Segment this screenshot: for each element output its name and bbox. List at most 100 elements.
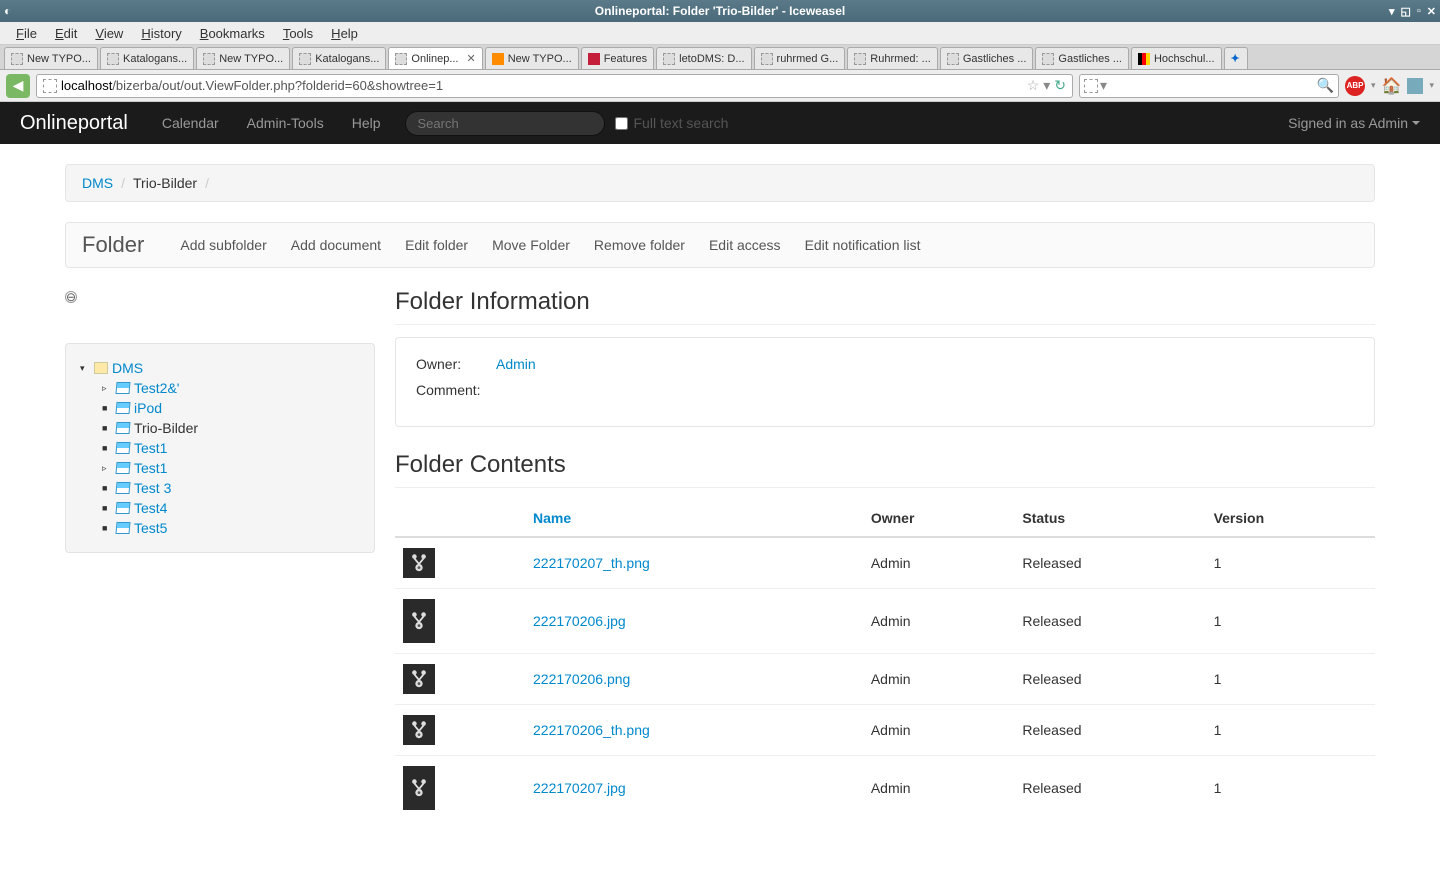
tree-link[interactable]: Test4 xyxy=(134,500,167,516)
tree-node[interactable]: ■ Test1 xyxy=(102,438,360,458)
tree-link[interactable]: iPod xyxy=(134,400,162,416)
file-thumbnail[interactable] xyxy=(403,599,435,643)
browser-tab[interactable]: New TYPO... xyxy=(485,47,579,69)
action-link[interactable]: Remove folder xyxy=(582,231,697,259)
tree-toggle-icon[interactable]: ▹ xyxy=(102,383,112,394)
action-link[interactable]: Add subfolder xyxy=(168,231,278,259)
file-thumbnail[interactable] xyxy=(403,664,435,694)
bookmark-star-icon[interactable]: ☆ xyxy=(1027,77,1040,94)
tree-node[interactable]: ■ Test4 xyxy=(102,498,360,518)
browser-tab[interactable]: Ruhrmed: ... xyxy=(847,47,938,69)
tree-toggle-icon[interactable]: ■ xyxy=(102,443,112,453)
tree-toggle-icon[interactable]: ■ xyxy=(102,423,112,433)
file-name-link[interactable]: 222170207.jpg xyxy=(533,780,626,796)
sort-name-link[interactable]: Name xyxy=(533,510,571,526)
action-link[interactable]: Add document xyxy=(279,231,393,259)
adblock-icon[interactable]: ABP xyxy=(1345,76,1365,96)
menubar-item[interactable]: File xyxy=(8,24,45,43)
breadcrumb-root[interactable]: DMS xyxy=(82,175,113,191)
tree-link[interactable]: Test1 xyxy=(134,460,167,476)
browser-tab[interactable]: Katalogans... xyxy=(292,47,386,69)
search-engine-icon[interactable] xyxy=(1084,79,1098,93)
browser-tab[interactable]: Features xyxy=(581,47,654,69)
restore-icon[interactable]: ◱ xyxy=(1400,5,1410,18)
file-name-link[interactable]: 222170206_th.png xyxy=(533,722,650,738)
tree-toggle-icon[interactable]: ▹ xyxy=(102,463,112,474)
search-dropdown-icon[interactable]: ▾ xyxy=(1100,77,1107,94)
collapse-tree-icon[interactable]: ⊖ xyxy=(65,291,77,303)
fulltext-checkbox-wrap[interactable]: Full text search xyxy=(615,115,729,131)
browser-tab[interactable]: Onlinep...✕ xyxy=(388,47,482,69)
extension-icon[interactable] xyxy=(1407,78,1423,94)
tree-link[interactable]: Test 3 xyxy=(134,480,171,496)
action-link[interactable]: Edit notification list xyxy=(793,231,933,259)
tree-toggle-icon[interactable]: ■ xyxy=(102,503,112,513)
site-identity-icon[interactable] xyxy=(43,79,57,93)
tree-toggle-icon[interactable]: ■ xyxy=(102,483,112,493)
file-thumbnail[interactable] xyxy=(403,766,435,810)
url-bar[interactable]: localhost/bizerba/out/out.ViewFolder.php… xyxy=(36,74,1073,98)
menubar-item[interactable]: Bookmarks xyxy=(192,24,273,43)
tree-root-link[interactable]: DMS xyxy=(112,360,143,376)
file-thumbnail[interactable] xyxy=(403,548,435,578)
abp-dropdown-icon[interactable]: ▾ xyxy=(1371,80,1376,91)
tree-toggle-icon[interactable]: ■ xyxy=(102,403,112,413)
file-name-link[interactable]: 222170207_th.png xyxy=(533,555,650,571)
tree-node[interactable]: ■ Test5 xyxy=(102,518,360,538)
close-icon[interactable]: ✕ xyxy=(1427,5,1436,18)
browser-search-box[interactable]: ▾ 🔍 xyxy=(1079,74,1339,98)
browser-tab[interactable]: letoDMS: D... xyxy=(656,47,751,69)
file-thumbnail[interactable] xyxy=(403,715,435,745)
menubar-item[interactable]: View xyxy=(87,24,131,43)
chevron-down-icon[interactable]: ▾ xyxy=(1429,80,1434,91)
action-link[interactable]: Edit folder xyxy=(393,231,480,259)
menubar-item[interactable]: Tools xyxy=(275,24,321,43)
menubar-item[interactable]: Help xyxy=(323,24,366,43)
menubar-item[interactable]: History xyxy=(133,24,189,43)
nav-link[interactable]: Admin-Tools xyxy=(233,115,338,131)
browser-tab[interactable]: ruhrmed G... xyxy=(754,47,846,69)
menubar-item[interactable]: Edit xyxy=(47,24,85,43)
tree-node[interactable]: ■Trio-Bilder xyxy=(102,418,360,438)
new-tab-button[interactable]: ✦ xyxy=(1224,47,1248,69)
search-input[interactable] xyxy=(405,111,605,136)
tree-link[interactable]: Test5 xyxy=(134,520,167,536)
browser-tab[interactable]: Gastliches ... xyxy=(1035,47,1129,69)
browser-tab[interactable]: Hochschul... xyxy=(1131,47,1222,69)
tree-link[interactable]: Test1 xyxy=(134,440,167,456)
tree-root-node[interactable]: ▾ DMS xyxy=(80,358,360,378)
action-link[interactable]: Edit access xyxy=(697,231,793,259)
nav-link[interactable]: Help xyxy=(338,115,395,131)
browser-tab[interactable]: New TYPO... xyxy=(4,47,98,69)
dropdown-icon[interactable]: ▾ xyxy=(1043,77,1050,94)
owner-link[interactable]: Admin xyxy=(496,356,536,372)
minimize-icon[interactable]: ▾ xyxy=(1389,5,1395,18)
browser-tab[interactable]: Gastliches ... xyxy=(940,47,1034,69)
search-go-icon[interactable]: 🔍 xyxy=(1317,77,1334,94)
browser-tab[interactable]: New TYPO... xyxy=(196,47,290,69)
nav-link[interactable]: Calendar xyxy=(148,115,233,131)
home-icon[interactable]: 🏠 xyxy=(1382,76,1402,96)
tree-toggle-icon[interactable]: ■ xyxy=(102,523,112,533)
tree-node[interactable]: ■ iPod xyxy=(102,398,360,418)
folder-icon xyxy=(115,522,130,534)
file-name-link[interactable]: 222170206.jpg xyxy=(533,613,626,629)
fulltext-checkbox[interactable] xyxy=(615,117,628,130)
browser-tab[interactable]: Katalogans... xyxy=(100,47,194,69)
maximize-icon[interactable]: ▫ xyxy=(1417,5,1421,18)
file-name-link[interactable]: 222170206.png xyxy=(533,671,630,687)
app-brand[interactable]: Onlineportal xyxy=(20,112,128,135)
tree-node[interactable]: ▹ Test2&' xyxy=(102,378,360,398)
caret-down-icon xyxy=(1412,121,1420,125)
action-link[interactable]: Move Folder xyxy=(480,231,582,259)
user-menu[interactable]: Signed in as Admin xyxy=(1288,115,1420,131)
tree-node[interactable]: ▹ Test1 xyxy=(102,458,360,478)
reload-icon[interactable]: ↻ xyxy=(1054,77,1066,94)
tree-link[interactable]: Test2&' xyxy=(134,380,179,396)
tree-toggle-icon[interactable]: ▾ xyxy=(80,363,90,374)
folder-icon xyxy=(115,422,130,434)
tree-node[interactable]: ■ Test 3 xyxy=(102,478,360,498)
tab-close-icon[interactable]: ✕ xyxy=(467,52,476,65)
back-button[interactable]: ◀ xyxy=(6,74,30,98)
actionbar-title: Folder xyxy=(82,232,144,258)
